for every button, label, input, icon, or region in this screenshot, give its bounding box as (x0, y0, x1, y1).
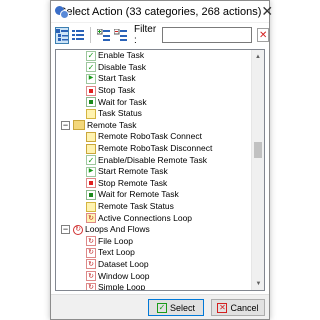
cancel-icon: ✕ (217, 302, 228, 313)
tree-item-label: Remote RoboTask Disconnect (98, 143, 213, 154)
tree-item[interactable]: Remote RoboTask Connect (56, 131, 252, 143)
tree-item-label: Enable/Disable Remote Task (98, 154, 207, 165)
loop-icon: ↻ (86, 271, 96, 282)
stop-icon (86, 178, 96, 189)
tree-item[interactable]: ↻ Window Loop (56, 270, 252, 282)
loop-icon: ↻ (86, 282, 96, 290)
tree-item-label: Text Loop (98, 247, 135, 258)
vertical-scrollbar[interactable]: ▲ ▼ (251, 50, 264, 290)
loop-icon: ↻ (86, 259, 96, 270)
tree-item[interactable]: ↻ Dataset Loop (56, 259, 252, 271)
status-icon (86, 108, 96, 119)
tree-item[interactable]: Wait for Remote Task (56, 189, 252, 201)
filter-input[interactable] (162, 27, 253, 43)
tree-item-label: Simple Loop (98, 282, 146, 290)
select-button-label: Select (169, 302, 195, 313)
action-tree-list: ✓ Enable Task ✓ Disable Task ▶ Start Task Stop… (56, 50, 252, 290)
scroll-down-icon[interactable]: ▼ (252, 277, 264, 290)
expand-all-button[interactable] (96, 27, 111, 44)
tree-item[interactable]: ↻ Simple Loop (56, 282, 252, 290)
tree-category[interactable]: − Remote Task (56, 120, 252, 132)
loop-icon: ↻ (86, 247, 96, 258)
check-icon: ✓ (86, 155, 96, 166)
check-icon: ✓ (86, 50, 96, 61)
tree-category[interactable]: − ↻ Loops And Flows (56, 224, 252, 236)
list-view-icon (72, 30, 85, 40)
tree-item[interactable]: Remote Task Status (56, 201, 252, 213)
cancel-button-label: Cancel (230, 302, 259, 313)
tree-item[interactable]: Stop Remote Task (56, 178, 252, 190)
list-view-button[interactable] (71, 27, 85, 44)
tree-item-label: Remote RoboTask Connect (98, 131, 202, 142)
play-icon: ▶ (86, 73, 96, 84)
collapse-all-button[interactable] (113, 27, 128, 44)
tree-item[interactable]: ↻ File Loop (56, 236, 252, 248)
tree-item[interactable]: ↻ Active Connections Loop (56, 212, 252, 224)
tree-item-label: Stop Task (98, 85, 136, 96)
tree-item-label: Enable Task (98, 50, 145, 61)
tree-item[interactable]: ✓ Enable/Disable Remote Task (56, 154, 252, 166)
stop-icon (86, 85, 96, 96)
folder-icon (73, 120, 85, 131)
tree-item-label: Start Remote Task (98, 166, 168, 177)
tree-item[interactable]: Stop Task (56, 85, 252, 97)
tree-item-label: Loops And Flows (85, 224, 150, 235)
check-icon: ✓ (86, 62, 96, 73)
select-button[interactable]: ✓ Select (148, 299, 204, 316)
tree-item-label: Window Loop (98, 270, 150, 281)
status-icon (86, 201, 96, 212)
scroll-up-icon[interactable]: ▲ (252, 50, 264, 63)
toolbar: Filter : ✕ (51, 23, 269, 47)
collapse-all-icon (113, 29, 127, 41)
wait-icon (86, 97, 96, 108)
loop-category-icon: ↻ (73, 224, 83, 235)
select-action-dialog: Select Action (33 categories, 268 action… (50, 0, 273, 320)
tree-item-label: File Loop (98, 235, 133, 246)
check-icon: ✓ (156, 302, 167, 313)
collapse-icon[interactable]: − (61, 225, 70, 235)
tree-item[interactable]: ▶ Start Task (56, 73, 252, 85)
tree-item[interactable]: Remote RoboTask Disconnect (56, 143, 252, 155)
tree-item[interactable]: ▶ Start Remote Task (56, 166, 252, 178)
loop-icon: ↻ (86, 236, 96, 247)
tree-view-icon (56, 29, 69, 41)
action-tree[interactable]: ✓ Enable Task ✓ Disable Task ▶ Start Task Stop… (55, 49, 265, 291)
connections-loop-icon: ↻ (86, 213, 96, 224)
tree-item[interactable]: ✓ Enable Task (56, 50, 252, 62)
tree-item-label: Remote Task Status (98, 201, 174, 212)
tree-view-button[interactable] (55, 26, 70, 44)
wait-icon (86, 189, 96, 200)
filter-label: Filter : (133, 24, 157, 46)
remote-icon (86, 143, 96, 154)
tree-item[interactable]: ✓ Disable Task (56, 62, 252, 74)
toolbar-separator (90, 27, 91, 43)
tree-item[interactable]: Wait for Task (56, 96, 252, 108)
clear-filter-button[interactable]: ✕ (257, 28, 269, 42)
expand-all-icon (96, 29, 110, 41)
tree-item[interactable]: Task Status (56, 108, 252, 120)
close-button[interactable]: ✕ (261, 2, 273, 22)
remote-icon (86, 131, 96, 142)
tree-item-label: Wait for Remote Task (98, 189, 179, 200)
dialog-footer: ✓ Select ✕ Cancel (51, 294, 269, 319)
tree-item-label: Disable Task (98, 61, 147, 72)
tree-item-label: Dataset Loop (98, 258, 149, 269)
tree-item-label: Task Status (98, 108, 142, 119)
cancel-button[interactable]: ✕ Cancel (211, 299, 265, 316)
tree-item-label: Wait for Task (98, 96, 147, 107)
tree-item[interactable]: ↻ Text Loop (56, 247, 252, 259)
tree-item-label: Active Connections Loop (98, 212, 193, 223)
window-title: Select Action (33 categories, 268 action… (59, 5, 262, 18)
tree-item-label: Start Task (98, 73, 136, 84)
scrollbar-thumb[interactable] (254, 142, 262, 158)
collapse-icon[interactable]: − (61, 120, 70, 130)
play-icon: ▶ (86, 166, 96, 177)
tree-item-label: Remote Task (87, 119, 137, 130)
title-bar: Select Action (33 categories, 268 action… (51, 1, 273, 23)
tree-item-label: Stop Remote Task (98, 177, 168, 188)
